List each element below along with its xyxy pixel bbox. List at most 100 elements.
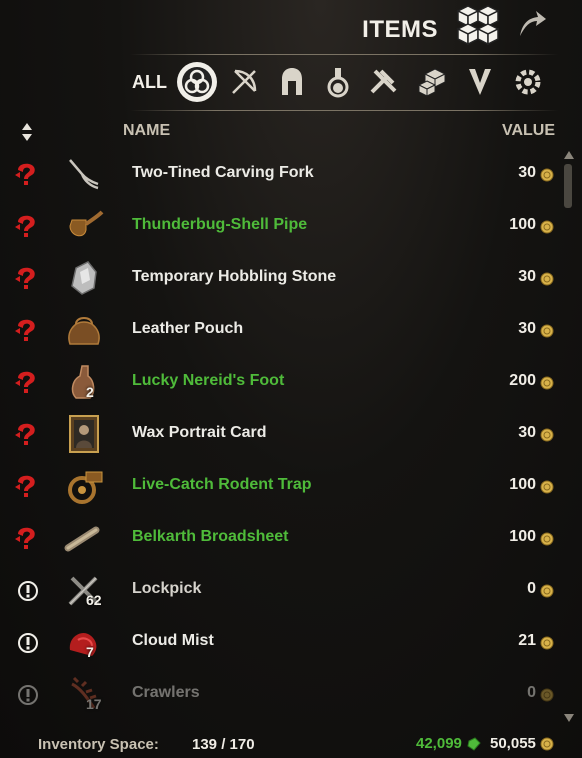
- potion-icon: [327, 68, 349, 98]
- quest-alert-icon: [18, 581, 38, 601]
- list-item[interactable]: Temporary Hobbling Stone 30: [0, 252, 560, 304]
- stolen-icon: [15, 319, 35, 341]
- gold-coin-icon: [540, 428, 554, 442]
- gold-coin-icon: [540, 532, 554, 546]
- item-name: Leather Pouch: [132, 320, 244, 337]
- quest-alert-icon: [18, 633, 38, 653]
- list-item[interactable]: Two-Tined Carving Fork 30: [0, 148, 560, 200]
- misc-v-icon: [469, 69, 491, 95]
- crafting-hammer-icon: [370, 69, 397, 94]
- item-value: 30: [518, 164, 536, 181]
- stolen-icon: [15, 215, 35, 237]
- list-item[interactable]: 7 Cloud Mist 21: [0, 616, 560, 668]
- filter-junk-button[interactable]: [508, 62, 548, 102]
- weapons-icon: [232, 69, 257, 94]
- list-item[interactable]: 17 Crawlers 0: [0, 668, 560, 718]
- share-arrow-icon[interactable]: [514, 6, 548, 40]
- list-item[interactable]: Wax Portrait Card 30: [0, 408, 560, 460]
- gold-coin-icon: [540, 272, 554, 286]
- gold-balance: 50,055: [490, 735, 536, 752]
- list-item[interactable]: Leather Pouch 30: [0, 304, 560, 356]
- item-quantity: 62: [86, 592, 102, 608]
- gold-coin-icon: [540, 584, 554, 598]
- item-name: Cloud Mist: [132, 632, 214, 649]
- filter-all-button[interactable]: [177, 62, 217, 102]
- stolen-icon: [15, 267, 35, 289]
- furnishing-blocks-icon: [417, 68, 447, 97]
- mist-icon: [69, 632, 97, 656]
- gold-coin-icon: [540, 688, 554, 702]
- column-value-header[interactable]: VALUE: [502, 122, 555, 140]
- gold-coin-icon: [540, 636, 554, 650]
- item-name: Wax Portrait Card: [132, 424, 267, 441]
- item-value: 21: [518, 632, 536, 649]
- portrait-icon: [69, 415, 99, 453]
- item-value: 0: [527, 580, 536, 597]
- scroll-up-icon[interactable]: [563, 150, 575, 160]
- gold-coin-icon: [540, 168, 554, 182]
- stolen-icon: [15, 371, 35, 393]
- item-value: 100: [509, 476, 536, 493]
- gold-coin-icon: [540, 480, 554, 494]
- item-name: Belkarth Broadsheet: [132, 528, 289, 545]
- item-name: Two-Tined Carving Fork: [132, 164, 314, 181]
- list-item[interactable]: Belkarth Broadsheet 100: [0, 512, 560, 564]
- item-value: 100: [509, 216, 536, 233]
- stolen-icon: [15, 423, 35, 445]
- inventory-footer: Inventory Space: 139 / 170 42,099 50,055: [0, 728, 582, 758]
- filter-consumables-button[interactable]: [318, 62, 358, 102]
- item-name: Live-Catch Rodent Trap: [132, 476, 312, 493]
- item-value: 30: [518, 268, 536, 285]
- filter-all-label: ALL: [132, 72, 167, 92]
- scroll-down-icon[interactable]: [563, 713, 575, 723]
- filter-divider: [130, 110, 558, 111]
- gold-coin-icon: [540, 376, 554, 390]
- stolen-icon: [15, 527, 35, 549]
- page-title: ITEMS: [362, 16, 438, 43]
- item-value: 200: [509, 372, 536, 389]
- inventory-space-label: Inventory Space:: [38, 736, 159, 753]
- filter-crafting-button[interactable]: [364, 62, 404, 102]
- item-name: Lockpick: [132, 580, 202, 597]
- all-items-icon: [182, 67, 212, 97]
- scroll-icon: [64, 526, 100, 552]
- pouch-icon: [68, 317, 100, 345]
- armor-helmet-icon: [282, 68, 302, 95]
- filter-weapons-button[interactable]: [224, 62, 264, 102]
- scrollbar-thumb[interactable]: [564, 164, 572, 208]
- item-value: 30: [518, 320, 536, 337]
- item-name: Lucky Nereid's Foot: [132, 372, 285, 389]
- list-item[interactable]: 2 Lucky Nereid's Foot 200: [0, 356, 560, 408]
- gold-coin-icon: [540, 737, 554, 751]
- filter-misc-button[interactable]: [460, 62, 500, 102]
- fork-icon: [69, 159, 99, 190]
- item-quantity: 7: [86, 644, 94, 660]
- crown-gem-icon: [467, 737, 481, 751]
- stone-icon: [71, 261, 97, 295]
- pipe-icon: [69, 210, 104, 237]
- filter-armor-button[interactable]: [272, 62, 312, 102]
- item-value: 0: [527, 684, 536, 701]
- item-quantity: 17: [86, 696, 102, 712]
- item-value: 100: [509, 528, 536, 545]
- items-cubes-icon[interactable]: [452, 4, 504, 48]
- item-name: Thunderbug-Shell Pipe: [132, 216, 308, 233]
- list-item[interactable]: 62 Lockpick 0: [0, 564, 560, 616]
- filter-furnishings-button[interactable]: [412, 62, 452, 102]
- trap-icon: [68, 471, 103, 504]
- inventory-space-value: 139 / 170: [192, 736, 255, 753]
- gold-coin-icon: [540, 324, 554, 338]
- crowns-balance: 42,099: [416, 735, 462, 752]
- list-item[interactable]: Thunderbug-Shell Pipe 100: [0, 200, 560, 252]
- column-name-header[interactable]: NAME: [123, 122, 170, 140]
- gold-coin-icon: [540, 220, 554, 234]
- sort-arrows-icon[interactable]: [18, 121, 36, 143]
- item-value: 30: [518, 424, 536, 441]
- stolen-icon: [15, 475, 35, 497]
- item-list: Two-Tined Carving Fork 30 Thunderbug-She…: [0, 148, 560, 718]
- inventory-header: ITEMS ALL: [0, 0, 582, 120]
- foot-icon: [71, 365, 95, 399]
- item-quantity: 2: [86, 384, 94, 400]
- list-item[interactable]: Live-Catch Rodent Trap 100: [0, 460, 560, 512]
- junk-gear-icon: [515, 69, 541, 95]
